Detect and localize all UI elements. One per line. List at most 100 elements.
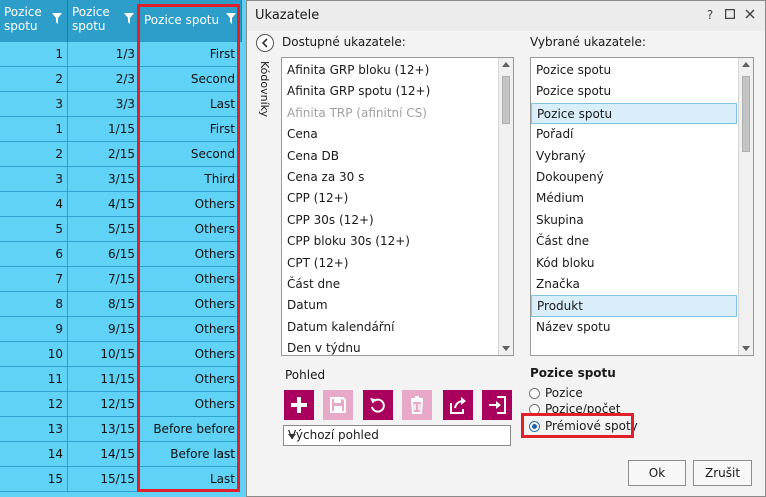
grid-cell[interactable]: 11/15 <box>68 367 140 392</box>
grid-cell[interactable]: Second <box>140 142 240 167</box>
selected-list-item[interactable]: Pořadí <box>531 124 737 145</box>
selected-list-item[interactable]: Dokoupený <box>531 167 737 188</box>
grid-cell[interactable]: 5 <box>0 217 68 242</box>
view-select[interactable]: Výchozí pohled <box>283 425 511 446</box>
grid-cell[interactable]: Before before last <box>140 417 240 461</box>
selected-list-item[interactable]: Pozice spotu <box>531 60 737 81</box>
grid-cell[interactable]: Last <box>140 92 240 117</box>
kodovniky-tab[interactable]: Kódovníky <box>253 61 275 131</box>
grid-cell[interactable]: 2 <box>0 142 68 167</box>
grid-cell[interactable]: Second <box>140 67 240 92</box>
undo-view-button[interactable] <box>363 390 393 420</box>
available-list[interactable]: Afinita GRP bloku (12+) Afinita GRP spotu… <box>281 57 514 356</box>
grid-cell[interactable]: Last <box>140 467 240 492</box>
grid-cell[interactable]: Others <box>140 367 240 392</box>
grid-cell[interactable]: First <box>140 42 240 67</box>
grid-cell[interactable]: 13 <box>0 417 68 442</box>
delete-view-button[interactable] <box>402 390 432 420</box>
grid-cell[interactable]: Others <box>140 217 240 242</box>
filter-icon[interactable] <box>226 13 236 25</box>
selected-list-item[interactable]: Pozice spotu <box>531 81 737 102</box>
grid-cell[interactable]: 4 <box>0 192 68 217</box>
grid-cell[interactable]: Others <box>140 392 240 417</box>
grid-cell[interactable]: 8/15 <box>68 292 140 317</box>
available-list-item[interactable]: Datum kalendářní <box>282 317 513 338</box>
grid-cell[interactable]: 14/15 <box>68 442 140 467</box>
grid-cell[interactable]: 2/15 <box>68 142 140 167</box>
grid-cell[interactable]: 10/15 <box>68 342 140 367</box>
available-list-item[interactable]: CPP bloku 30s (12+) <box>282 231 513 252</box>
selected-scrollbar[interactable] <box>738 58 753 355</box>
available-list-item[interactable]: Datum <box>282 295 513 316</box>
grid-cell[interactable]: 2/3 <box>68 67 140 92</box>
available-list-item[interactable]: CPP 30s (12+) <box>282 210 513 231</box>
ok-button[interactable]: Ok <box>628 460 686 486</box>
grid-cell[interactable]: Others <box>140 242 240 267</box>
scroll-down-icon[interactable] <box>502 346 510 351</box>
available-list-item[interactable]: Cena DB <box>282 146 513 167</box>
close-icon[interactable] <box>743 8 757 22</box>
column-header-1[interactable]: Pozice spotu <box>0 0 68 42</box>
selected-list-item[interactable]: Produkt <box>531 295 737 317</box>
grid-cell[interactable]: 12 <box>0 392 68 417</box>
available-list-item[interactable]: CPT (12+) <box>282 253 513 274</box>
column-header-3[interactable]: Pozice spotu <box>140 0 242 42</box>
scroll-up-icon[interactable] <box>742 62 750 67</box>
selected-list-item[interactable]: Značka <box>531 274 737 295</box>
grid-cell[interactable]: 8 <box>0 292 68 317</box>
filter-icon[interactable] <box>124 13 134 25</box>
scroll-thumb[interactable] <box>742 76 750 152</box>
grid-cell[interactable]: 10 <box>0 342 68 367</box>
grid-cell[interactable]: 7/15 <box>68 267 140 292</box>
maximize-icon[interactable] <box>723 8 737 22</box>
cancel-button[interactable]: Zrušit <box>693 460 752 486</box>
grid-cell[interactable]: 13/15 <box>68 417 140 442</box>
grid-cell[interactable]: Before last <box>140 442 240 467</box>
grid-cell[interactable]: First <box>140 117 240 142</box>
save-view-button[interactable] <box>323 390 353 420</box>
grid-cell[interactable]: 3 <box>0 92 68 117</box>
grid-cell[interactable]: 15/15 <box>68 467 140 492</box>
grid-cell[interactable]: Others <box>140 267 240 292</box>
help-button[interactable]: ? <box>703 8 717 22</box>
grid-cell[interactable]: 4/15 <box>68 192 140 217</box>
grid-cell[interactable]: 1/3 <box>68 42 140 67</box>
grid-cell[interactable]: 9 <box>0 317 68 342</box>
available-scrollbar[interactable] <box>498 58 513 355</box>
available-list-item[interactable]: Část dne <box>282 274 513 295</box>
column-header-2[interactable]: Pozice spotu <box>68 0 140 42</box>
grid-cell[interactable]: Others <box>140 192 240 217</box>
available-list-item[interactable]: CPP (12+) <box>282 188 513 209</box>
grid-cell[interactable]: 7 <box>0 267 68 292</box>
grid-cell[interactable]: 3 <box>0 167 68 192</box>
grid-cell[interactable]: 2 <box>0 67 68 92</box>
selected-list-item[interactable]: Skupina <box>531 210 737 231</box>
selected-list[interactable]: Pozice spotu Pozice spotu Pozice spotu Pořa… <box>530 57 754 356</box>
grid-cell[interactable]: 15 <box>0 467 68 492</box>
grid-cell[interactable]: 1 <box>0 117 68 142</box>
selected-list-item[interactable]: Kód bloku <box>531 253 737 274</box>
radio-dot[interactable] <box>529 388 540 399</box>
export-view-button[interactable] <box>443 390 473 420</box>
filter-icon[interactable] <box>52 13 62 25</box>
grid-cell[interactable]: Others <box>140 292 240 317</box>
scroll-up-icon[interactable] <box>502 62 510 67</box>
grid-cell[interactable]: 3/3 <box>68 92 140 117</box>
selected-list-item[interactable]: Vybraný <box>531 146 737 167</box>
import-view-button[interactable] <box>482 390 512 420</box>
selected-list-item[interactable]: Název spotu <box>531 317 737 338</box>
selected-list-item[interactable]: Médium <box>531 188 737 209</box>
dialog-titlebar[interactable]: Ukazatele ? <box>247 1 765 31</box>
grid-cell[interactable]: 9/15 <box>68 317 140 342</box>
selected-list-item[interactable]: Pozice spotu <box>531 102 737 125</box>
grid-cell[interactable]: 6 <box>0 242 68 267</box>
grid-cell[interactable]: 5/15 <box>68 217 140 242</box>
available-list-item[interactable]: Cena za 30 s <box>282 167 513 188</box>
grid-cell[interactable]: 14 <box>0 442 68 467</box>
grid-cell[interactable]: Others <box>140 342 240 367</box>
grid-cell[interactable]: 3/15 <box>68 167 140 192</box>
grid-cell[interactable]: 1/15 <box>68 117 140 142</box>
scroll-thumb[interactable] <box>502 76 510 124</box>
available-list-item[interactable]: Cena <box>282 124 513 145</box>
available-list-item[interactable]: Afinita GRP spotu (12+) <box>282 81 513 102</box>
